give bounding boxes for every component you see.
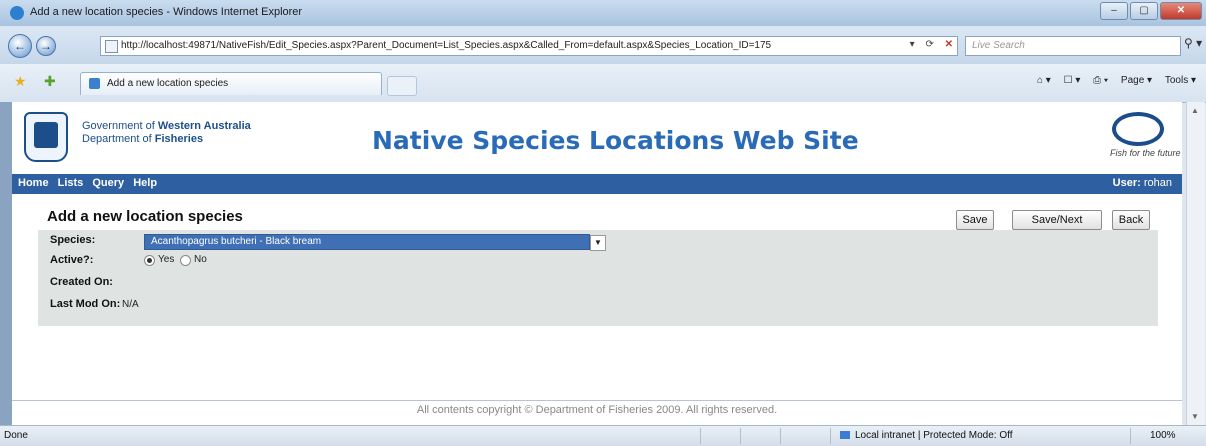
scroll-down-icon[interactable]: ▼ [1191,412,1199,421]
site-title: Native Species Locations Web Site [372,126,859,155]
gov-name: Government of Western Australia Departme… [82,120,251,145]
site-menu: Home Lists Query Help User: rohan [12,174,1182,194]
search-placeholder: Live Search [972,40,1025,51]
fisheries-logo-icon [1112,112,1164,146]
active-yes-radio[interactable] [144,255,155,266]
address-url[interactable]: http://localhost:49871/NativeFish/Edit_S… [121,40,771,51]
window-title-bar: Add a new location species - Windows Int… [0,0,1206,26]
vertical-scrollbar[interactable]: ▲ ▼ [1186,102,1205,425]
feeds-command[interactable]: ☐ ▾ [1064,75,1081,86]
user-info: User: rohan [1112,177,1172,189]
refresh-dropdown-icon[interactable]: ▾ ⟳ [910,39,938,50]
new-tab-button[interactable] [387,76,417,96]
site-header: Government of Western Australia Departme… [12,102,1182,170]
back-form-button[interactable]: Back [1112,210,1150,230]
status-text: Done [4,430,28,441]
tagline: Fish for the future [1110,148,1181,158]
tools-menu[interactable]: Tools ▾ [1165,75,1196,86]
favorites-star-icon[interactable]: ★ [14,73,27,90]
status-bar: Done Local intranet | Protected Mode: Of… [0,425,1206,446]
minimize-button[interactable]: – [1100,2,1128,20]
security-zone[interactable]: Local intranet | Protected Mode: Off [840,430,1013,441]
menu-query[interactable]: Query [92,177,124,189]
page-icon [105,40,118,53]
tab-page-icon [89,78,100,89]
save-button[interactable]: Save [956,210,994,230]
command-bar: ⌂ ▾ ☐ ▾ ⎙ ▾ Page ▾ Tools ▾ [1027,75,1196,86]
lastmod-label: Last Mod On: [50,298,121,310]
species-value: Acanthopagrus butcheri - Black bream [151,236,322,247]
menu-home[interactable]: Home [18,177,49,189]
menu-help[interactable]: Help [133,177,157,189]
zoom-level[interactable]: 100% [1150,430,1176,441]
active-no-radio[interactable] [180,255,191,266]
species-label: Species: [50,234,96,246]
search-input[interactable]: Live Search [965,36,1181,56]
maximize-button[interactable]: ▢ [1130,2,1158,20]
search-icon[interactable]: ⚲ ▾ [1184,36,1202,50]
page-content: Government of Western Australia Departme… [12,102,1182,425]
page-menu[interactable]: Page ▾ [1121,75,1152,86]
menu-lists[interactable]: Lists [58,177,84,189]
tab-toolbar: ★ ✚ Add a new location species ⌂ ▾ ☐ ▾ ⎙… [0,64,1206,103]
footer-divider [12,400,1182,401]
chevron-down-icon[interactable]: ▼ [590,235,606,251]
tab-label: Add a new location species [107,78,229,89]
wa-crest-icon [24,112,68,162]
back-button[interactable]: ← [8,34,32,58]
forward-button[interactable]: → [36,36,56,56]
window-frame [0,102,12,425]
address-toolbar: ← → http://localhost:49871/NativeFish/Ed… [0,26,1206,64]
scroll-up-icon[interactable]: ▲ [1191,106,1199,115]
ie-logo-icon [10,6,24,20]
species-select[interactable]: Acanthopagrus butcheri - Black bream [144,234,590,250]
active-label: Active?: [50,254,94,266]
species-form: Species: Acanthopagrus butcheri - Black … [38,230,1158,326]
close-button[interactable]: ✕ [1160,2,1202,20]
add-favorite-icon[interactable]: ✚ [44,73,56,90]
footer-copyright: All contents copyright © Department of F… [416,404,778,416]
stop-icon[interactable]: ✕ [945,39,953,50]
window-title: Add a new location species - Windows Int… [30,6,303,18]
active-yes-label: Yes [158,254,175,265]
page-title: Add a new location species [47,208,243,225]
print-command[interactable]: ⎙ ▾ [1093,75,1108,86]
address-bar[interactable]: http://localhost:49871/NativeFish/Edit_S… [100,36,958,56]
active-no-label: No [194,254,207,265]
home-command[interactable]: ⌂ ▾ [1037,75,1051,86]
browser-tab[interactable]: Add a new location species [80,72,382,95]
save-next-button[interactable]: Save/Next [1012,210,1102,230]
created-label: Created On: [50,276,113,288]
lastmod-value: N/A [122,299,139,310]
